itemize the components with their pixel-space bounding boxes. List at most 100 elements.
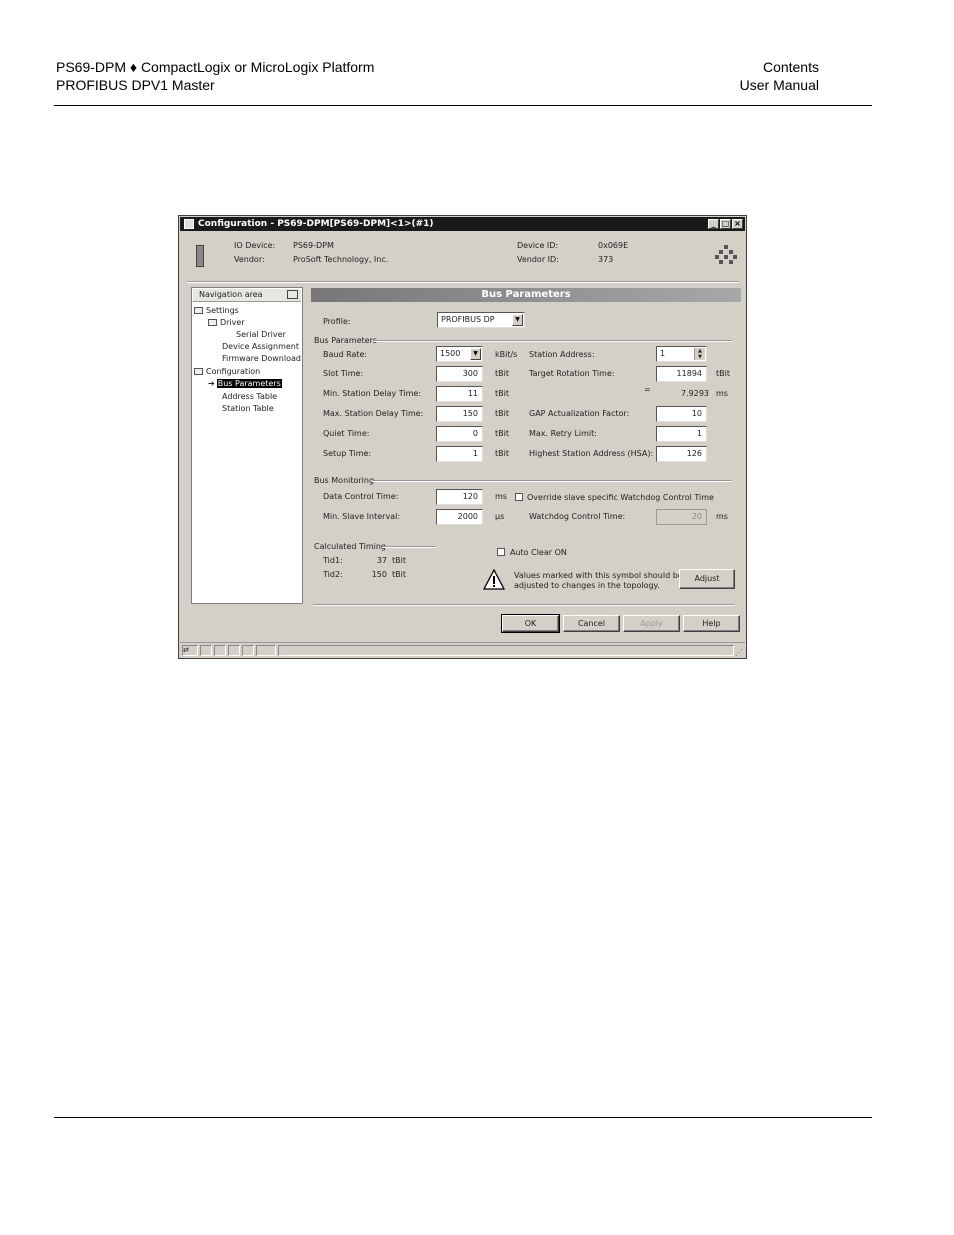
data-control-label: Data Control Time: <box>323 492 399 501</box>
min-station-delay-label: Min. Station Delay Time: <box>323 389 422 398</box>
min-slave-interval-input[interactable]: 2000 <box>436 509 483 525</box>
warning-icon <box>483 569 505 590</box>
title-bar[interactable]: Configuration - PS69-DPM[PS69-DPM]<1>(#1… <box>180 217 745 231</box>
close-button[interactable]: × <box>732 219 743 229</box>
status-cell <box>228 645 240 656</box>
target-rotation-ms-value: 7.9293 <box>681 389 709 398</box>
status-cell <box>214 645 226 656</box>
target-rotation-input[interactable]: 11894 <box>656 366 707 382</box>
adjust-button[interactable]: Adjust <box>679 569 735 589</box>
section-name: Contents <box>762 59 819 75</box>
nav-item-settings[interactable]: Settings <box>194 306 239 315</box>
minimize-button[interactable]: _ <box>708 219 719 229</box>
tid2-unit: tBit <box>392 570 406 579</box>
auto-clear-label: Auto Clear ON <box>510 548 567 557</box>
nav-header-label: Navigation area <box>199 290 263 299</box>
gap-factor-label: GAP Actualization Factor: <box>529 409 630 418</box>
quiet-time-input[interactable]: 0 <box>436 426 483 442</box>
panel-title: Bus Parameters <box>311 288 741 302</box>
data-control-unit: ms <box>495 492 507 501</box>
override-watchdog-checkbox[interactable] <box>515 493 523 501</box>
group-line <box>382 546 436 548</box>
watchdog-unit: ms <box>716 512 728 521</box>
cancel-button[interactable]: Cancel <box>563 615 620 632</box>
vendor-id-value: 373 <box>598 255 614 264</box>
arrow-right-icon: ➔ <box>208 379 215 388</box>
status-message <box>278 645 734 656</box>
target-rotation-ms-unit: ms <box>716 389 728 398</box>
hsa-input[interactable]: 126 <box>656 446 707 462</box>
slot-time-label: Slot Time: <box>323 369 364 378</box>
manual-type: User Manual <box>739 77 819 93</box>
min-station-delay-unit: tBit <box>495 389 509 398</box>
configuration-window: Configuration - PS69-DPM[PS69-DPM]<1>(#1… <box>178 215 747 659</box>
data-control-input[interactable]: 120 <box>436 489 483 505</box>
nav-item-bus-parameters[interactable]: ➔ Bus Parameters <box>208 379 282 388</box>
device-status-icon <box>200 645 212 656</box>
device-info: IO Device: PS69-DPM Vendor: ProSoft Tech… <box>179 232 746 282</box>
device-separator <box>187 281 738 283</box>
setup-time-label: Setup Time: <box>323 449 372 458</box>
header-rule <box>54 105 872 106</box>
override-watchdog-label: Override slave specific Watchdog Control… <box>527 493 714 502</box>
target-rotation-unit: tBit <box>716 369 730 378</box>
slot-time-unit: tBit <box>495 369 509 378</box>
max-retry-input[interactable]: 1 <box>656 426 707 442</box>
button-separator <box>313 604 734 606</box>
io-device-value: PS69-DPM <box>293 241 334 250</box>
doc-subtitle: PROFIBUS DPV1 Master <box>56 77 215 93</box>
quiet-time-unit: tBit <box>495 429 509 438</box>
min-station-delay-input[interactable]: 11 <box>436 386 483 402</box>
group-bus-monitoring: Bus Monitoring <box>314 476 375 485</box>
apply-button[interactable]: Apply <box>623 615 680 632</box>
window-title: Configuration - PS69-DPM[PS69-DPM]<1>(#1… <box>198 219 434 229</box>
spinner-arrows-icon[interactable]: ▲ ▼ <box>694 348 705 360</box>
nav-item-station-table[interactable]: Station Table <box>222 404 274 413</box>
hsa-label: Highest Station Address (HSA): <box>529 449 654 458</box>
vendor-id-label: Vendor ID: <box>517 255 559 264</box>
station-address-spinner[interactable]: 1 ▲ ▼ <box>656 346 707 362</box>
warning-text-line2: adjusted to changes in the topology. <box>514 581 660 590</box>
nav-toggle-icon[interactable] <box>287 290 298 299</box>
max-station-delay-input[interactable]: 150 <box>436 406 483 422</box>
vendor-label: Vendor: <box>234 255 265 264</box>
help-button[interactable]: Help <box>683 615 740 632</box>
device-id-value: 0x069E <box>598 241 629 250</box>
footer-rule <box>54 1117 872 1118</box>
baud-rate-select[interactable]: 1500 ▼ <box>436 346 483 362</box>
slot-time-input[interactable]: 300 <box>436 366 483 382</box>
io-device-label: IO Device: <box>234 241 276 250</box>
network-icon <box>715 245 737 264</box>
group-line <box>374 340 732 342</box>
nav-item-driver[interactable]: Driver <box>208 318 245 327</box>
gap-factor-input[interactable]: 10 <box>656 406 707 422</box>
max-retry-label: Max. Retry Limit: <box>529 429 597 438</box>
chevron-down-icon: ▼ <box>512 314 523 326</box>
tid1-unit: tBit <box>392 556 406 565</box>
header-right: Contents User Manual <box>740 58 819 94</box>
ok-button[interactable]: OK <box>501 614 560 633</box>
tid1-value: 37 <box>376 556 387 565</box>
chevron-down-icon: ▼ <box>470 348 481 360</box>
device-id-label: Device ID: <box>517 241 559 250</box>
nav-item-serial-driver[interactable]: Serial Driver <box>236 330 286 339</box>
status-cell <box>256 645 276 656</box>
doc-title: PS69-DPM ♦ CompactLogix or MicroLogix Pl… <box>56 59 375 75</box>
nav-item-address-table[interactable]: Address Table <box>222 392 277 401</box>
profile-select[interactable]: PROFIBUS DP ▼ <box>437 312 525 328</box>
auto-clear-checkbox[interactable] <box>497 548 505 556</box>
warning-text-line1: Values marked with this symbol should be <box>514 571 683 580</box>
equals-sign: = <box>644 385 651 394</box>
nav-item-firmware-download[interactable]: Firmware Download <box>222 354 301 363</box>
nav-item-device-assignment[interactable]: Device Assignment <box>222 342 299 351</box>
setup-time-input[interactable]: 1 <box>436 446 483 462</box>
nav-header: Navigation area <box>193 289 301 302</box>
quiet-time-label: Quiet Time: <box>323 429 370 438</box>
resize-grip-icon[interactable]: ⋰ <box>735 648 743 657</box>
maximize-button[interactable]: □ <box>720 219 731 229</box>
nav-item-configuration[interactable]: Configuration <box>194 367 260 376</box>
tid2-label: Tid2: <box>323 570 343 579</box>
baud-rate-unit: kBit/s <box>495 350 518 359</box>
watchdog-input[interactable]: 20 <box>656 509 707 525</box>
profile-label: Profile: <box>323 317 351 326</box>
